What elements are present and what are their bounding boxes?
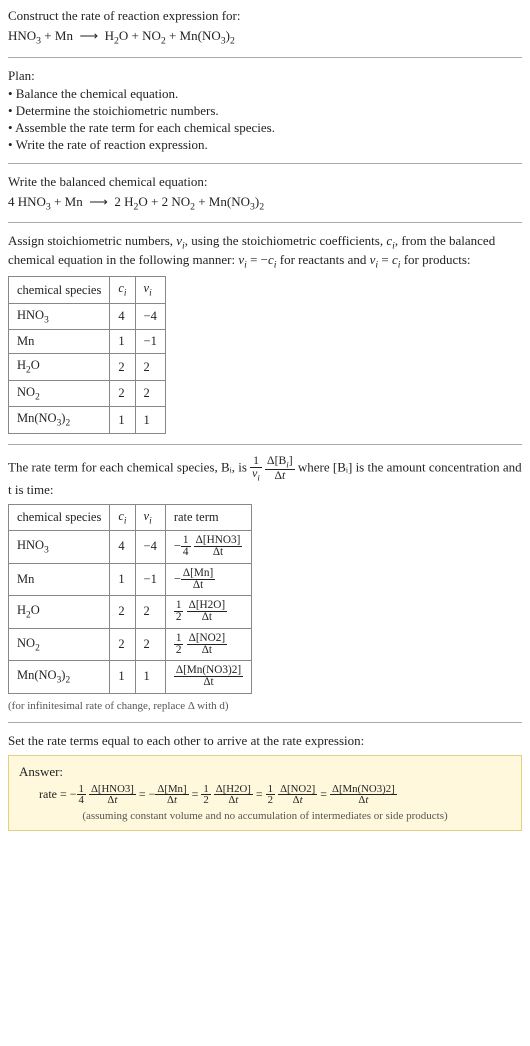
rate-intro-a: The rate term for each chemical species,… (8, 459, 250, 474)
col-species: chemical species (9, 277, 110, 304)
table-row: Mn(NO3)211 (9, 407, 166, 434)
table-row: Mn1−1 (9, 330, 166, 354)
cell-c: 2 (110, 628, 135, 661)
cell-v: −4 (135, 531, 165, 564)
cell-v: 1 (135, 407, 165, 434)
table-row: H2O 2 2 12 Δ[H2O]Δt (9, 596, 252, 629)
cell-c: 1 (110, 330, 135, 354)
cell-rate: 12 Δ[H2O]Δt (165, 596, 251, 629)
cell-v: −4 (135, 303, 165, 330)
rate-frac-main: Δ[Bi]Δt (265, 455, 295, 482)
cell-species: HNO3 (9, 531, 110, 564)
rate-frac-coef: 1νi (250, 455, 262, 482)
cell-species: NO2 (9, 628, 110, 661)
divider (8, 163, 522, 164)
cell-rate: −Δ[Mn]Δt (165, 563, 251, 596)
col-c: ci (110, 504, 135, 531)
cell-v: 2 (135, 628, 165, 661)
table-row: NO222 (9, 380, 166, 407)
table-row: Mn(NO3)2 1 1 Δ[Mn(NO3)2]Δt (9, 661, 252, 694)
stoich-table: chemical species ci νi HNO34−4 Mn1−1 H2O… (8, 276, 166, 434)
plan-list: • Balance the chemical equation. • Deter… (8, 86, 522, 153)
cell-v: 2 (135, 380, 165, 407)
cell-species: H2O (9, 354, 110, 381)
cell-c: 2 (110, 354, 135, 381)
plan-section: Plan: • Balance the chemical equation. •… (8, 68, 522, 153)
answer-box: Answer: rate = −14 Δ[HNO3]Δt = −Δ[Mn]Δt … (8, 755, 522, 832)
plan-item: • Write the rate of reaction expression. (8, 137, 522, 153)
cell-v: 2 (135, 354, 165, 381)
cell-species: NO2 (9, 380, 110, 407)
cell-species: H2O (9, 596, 110, 629)
rate-table: chemical species ci νi rate term HNO3 4 … (8, 504, 252, 694)
intro-title: Construct the rate of reaction expressio… (8, 8, 522, 24)
table-header-row: chemical species ci νi rate term (9, 504, 252, 531)
stoich-intro: Assign stoichiometric numbers, νi, using… (8, 233, 522, 270)
cell-c: 1 (110, 563, 135, 596)
rate-intro: The rate term for each chemical species,… (8, 455, 522, 498)
col-rate: rate term (165, 504, 251, 531)
table-row: H2O22 (9, 354, 166, 381)
col-c: ci (110, 277, 135, 304)
cell-species: HNO3 (9, 303, 110, 330)
divider (8, 57, 522, 58)
balanced-section: Write the balanced chemical equation: 4 … (8, 174, 522, 213)
cell-rate: 12 Δ[NO2]Δt (165, 628, 251, 661)
plan-item: • Determine the stoichiometric numbers. (8, 103, 522, 119)
cell-v: −1 (135, 563, 165, 596)
rate-footnote: (for infinitesimal rate of change, repla… (8, 700, 522, 712)
cell-c: 4 (110, 531, 135, 564)
col-v: νi (135, 504, 165, 531)
divider (8, 444, 522, 445)
table-row: HNO34−4 (9, 303, 166, 330)
table-row: HNO3 4 −4 −14 Δ[HNO3]Δt (9, 531, 252, 564)
cell-v: 1 (135, 661, 165, 694)
cell-v: 2 (135, 596, 165, 629)
balanced-title: Write the balanced chemical equation: (8, 174, 522, 190)
cell-c: 1 (110, 661, 135, 694)
cell-v: −1 (135, 330, 165, 354)
cell-species: Mn(NO3)2 (9, 661, 110, 694)
answer-label: Answer: (19, 764, 511, 780)
cell-species: Mn (9, 563, 110, 596)
table-row: Mn 1 −1 −Δ[Mn]Δt (9, 563, 252, 596)
cell-rate: −14 Δ[HNO3]Δt (165, 531, 251, 564)
cell-species: Mn(NO3)2 (9, 407, 110, 434)
table-row: NO2 2 2 12 Δ[NO2]Δt (9, 628, 252, 661)
cell-c: 1 (110, 407, 135, 434)
divider (8, 722, 522, 723)
final-section: Set the rate terms equal to each other t… (8, 733, 522, 832)
cell-rate: Δ[Mn(NO3)2]Δt (165, 661, 251, 694)
divider (8, 222, 522, 223)
cell-c: 2 (110, 596, 135, 629)
rate-section: The rate term for each chemical species,… (8, 455, 522, 712)
plan-item: • Balance the chemical equation. (8, 86, 522, 102)
intro-equation: HNO3 + Mn ⟶ H2O + NO2 + Mn(NO3)2 (8, 28, 522, 47)
answer-equation: rate = −14 Δ[HNO3]Δt = −Δ[Mn]Δt = 12 Δ[H… (39, 784, 511, 807)
stoich-section: Assign stoichiometric numbers, νi, using… (8, 233, 522, 434)
intro-section: Construct the rate of reaction expressio… (8, 8, 522, 47)
col-species: chemical species (9, 504, 110, 531)
plan-title: Plan: (8, 68, 522, 84)
table-header-row: chemical species ci νi (9, 277, 166, 304)
cell-c: 4 (110, 303, 135, 330)
cell-c: 2 (110, 380, 135, 407)
plan-item: • Assemble the rate term for each chemic… (8, 120, 522, 136)
final-title: Set the rate terms equal to each other t… (8, 733, 522, 749)
col-v: νi (135, 277, 165, 304)
balanced-equation: 4 HNO3 + Mn ⟶ 2 H2O + 2 NO2 + Mn(NO3)2 (8, 194, 522, 213)
answer-note: (assuming constant volume and no accumul… (19, 810, 511, 822)
cell-species: Mn (9, 330, 110, 354)
